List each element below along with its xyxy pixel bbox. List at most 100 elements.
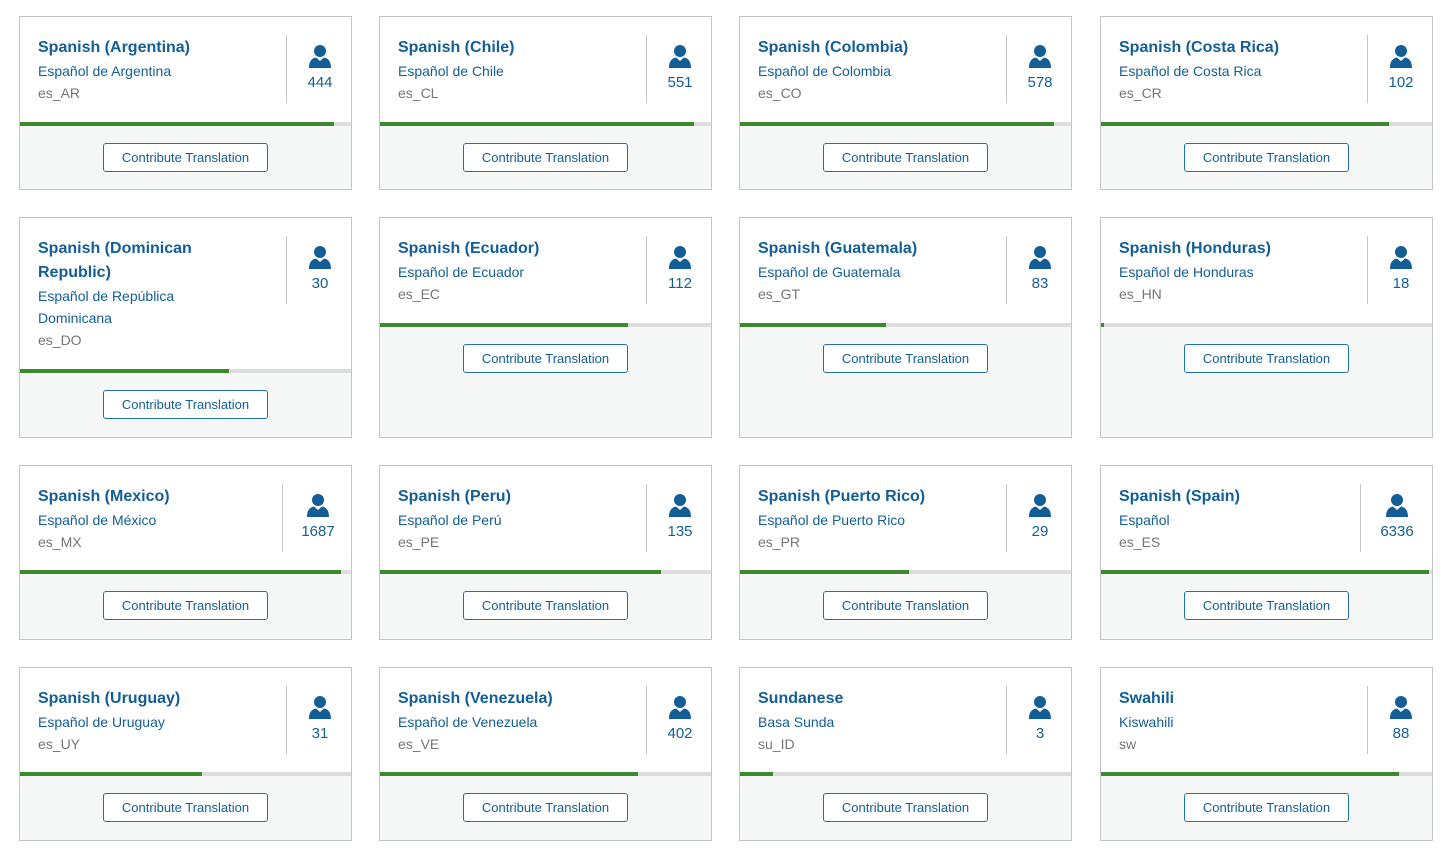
locale-name[interactable]: Sundanese bbox=[758, 687, 1004, 711]
person-icon bbox=[1029, 45, 1051, 68]
contribute-translation-button[interactable]: Contribute Translation bbox=[103, 591, 268, 620]
contribute-translation-button[interactable]: Contribute Translation bbox=[463, 793, 628, 822]
contribute-translation-button[interactable]: Contribute Translation bbox=[463, 344, 628, 373]
translation-progress-bar bbox=[380, 323, 711, 327]
locale-card-header: Spanish (Costa Rica) Español de Costa Ric… bbox=[1101, 17, 1432, 123]
contributors-stat[interactable]: 444 bbox=[290, 44, 350, 92]
locale-info: Swahili Kiswahili sw bbox=[1119, 687, 1365, 755]
contributors-stat[interactable]: 578 bbox=[1010, 44, 1070, 92]
translation-progress-fill bbox=[380, 323, 629, 327]
contributors-stat[interactable]: 402 bbox=[650, 695, 710, 743]
locale-info: Spanish (Guatemala) Español de Guatemala e… bbox=[758, 237, 1004, 305]
locale-name[interactable]: Spanish (Dominican Republic) bbox=[38, 237, 238, 285]
locale-native-name[interactable]: Español de México bbox=[38, 509, 284, 531]
locale-code: es_GT bbox=[758, 286, 801, 302]
locale-native-name[interactable]: Español de Perú bbox=[398, 509, 644, 531]
locale-name[interactable]: Spanish (Costa Rica) bbox=[1119, 36, 1365, 60]
locale-name[interactable]: Spanish (Uruguay) bbox=[38, 687, 284, 711]
locale-native-name[interactable]: Kiswahili bbox=[1119, 711, 1365, 733]
contribute-translation-button[interactable]: Contribute Translation bbox=[103, 793, 268, 822]
locale-name[interactable]: Spanish (Venezuela) bbox=[398, 687, 644, 711]
contributors-stat[interactable]: 6336 bbox=[1367, 493, 1427, 541]
contributors-stat[interactable]: 18 bbox=[1371, 245, 1431, 293]
translation-progress-bar bbox=[740, 772, 1071, 776]
locale-card: Spanish (Spain) Español es_ES 6336 Contribut… bbox=[1100, 465, 1433, 640]
contribute-translation-button[interactable]: Contribute Translation bbox=[823, 344, 988, 373]
locale-name[interactable]: Spanish (Peru) bbox=[398, 485, 644, 509]
locale-code: es_ES bbox=[1119, 534, 1161, 550]
person-icon bbox=[1029, 246, 1051, 269]
translation-progress-bar bbox=[740, 323, 1071, 327]
locale-name[interactable]: Spanish (Spain) bbox=[1119, 485, 1365, 509]
contribute-translation-button[interactable]: Contribute Translation bbox=[103, 143, 268, 172]
locale-native-name[interactable]: Español de Uruguay bbox=[38, 711, 284, 733]
contributors-stat[interactable]: 83 bbox=[1010, 245, 1070, 293]
translation-progress-fill bbox=[740, 323, 886, 327]
locale-native-name[interactable]: Español de Puerto Rico bbox=[758, 509, 1004, 531]
contributors-stat[interactable]: 31 bbox=[290, 695, 350, 743]
card-divider bbox=[282, 484, 283, 552]
locale-name[interactable]: Swahili bbox=[1119, 687, 1365, 711]
contributors-stat[interactable]: 112 bbox=[650, 245, 710, 293]
contributors-stat[interactable]: 29 bbox=[1010, 493, 1070, 541]
contribute-translation-button[interactable]: Contribute Translation bbox=[1184, 344, 1349, 373]
locale-native-name[interactable]: Español de Colombia bbox=[758, 60, 1004, 82]
locale-info: Spanish (Costa Rica) Español de Costa Ric… bbox=[1119, 36, 1365, 104]
locale-code: su_ID bbox=[758, 736, 795, 752]
contribute-translation-button[interactable]: Contribute Translation bbox=[1184, 143, 1349, 172]
locale-name[interactable]: Spanish (Ecuador) bbox=[398, 237, 644, 261]
locale-native-name[interactable]: Español de República Dominicana bbox=[38, 285, 238, 329]
locale-name[interactable]: Spanish (Honduras) bbox=[1119, 237, 1365, 261]
contribute-translation-button[interactable]: Contribute Translation bbox=[103, 390, 268, 419]
contribute-translation-button[interactable]: Contribute Translation bbox=[463, 143, 628, 172]
locale-name[interactable]: Spanish (Guatemala) bbox=[758, 237, 1004, 261]
locale-native-name[interactable]: Español de Ecuador bbox=[398, 261, 644, 283]
contributors-stat[interactable]: 102 bbox=[1371, 44, 1431, 92]
locale-code: es_CL bbox=[398, 85, 439, 101]
locale-card-header: Sundanese Basa Sunda su_ID 3 bbox=[740, 668, 1071, 773]
locale-card: Spanish (Puerto Rico) Español de Puerto R… bbox=[739, 465, 1072, 640]
locale-name[interactable]: Spanish (Mexico) bbox=[38, 485, 284, 509]
locale-native-name[interactable]: Español de Guatemala bbox=[758, 261, 1004, 283]
locale-native-name[interactable]: Español de Costa Rica bbox=[1119, 60, 1365, 82]
contribute-translation-button[interactable]: Contribute Translation bbox=[1184, 793, 1349, 822]
locale-native-name[interactable]: Español de Chile bbox=[398, 60, 644, 82]
locale-native-name[interactable]: Español de Argentina bbox=[38, 60, 284, 82]
locale-name[interactable]: Spanish (Argentina) bbox=[38, 36, 284, 60]
contribute-translation-button[interactable]: Contribute Translation bbox=[463, 591, 628, 620]
contributors-stat[interactable]: 135 bbox=[650, 493, 710, 541]
contributors-stat[interactable]: 551 bbox=[650, 44, 710, 92]
translation-progress-fill bbox=[380, 772, 639, 776]
locale-card-header: Spanish (Chile) Español de Chile es_CL 551 bbox=[380, 17, 711, 123]
translation-progress-bar bbox=[740, 122, 1071, 126]
locale-native-name[interactable]: Basa Sunda bbox=[758, 711, 1004, 733]
locale-name[interactable]: Spanish (Puerto Rico) bbox=[758, 485, 1004, 509]
locale-card-header: Spanish (Puerto Rico) Español de Puerto R… bbox=[740, 466, 1071, 571]
translation-progress-bar bbox=[1101, 122, 1432, 126]
locale-info: Spanish (Ecuador) Español de Ecuador es_EC bbox=[398, 237, 644, 305]
translation-progress-bar bbox=[20, 570, 351, 574]
locale-info: Spanish (Chile) Español de Chile es_CL bbox=[398, 36, 644, 104]
contributors-stat[interactable]: 88 bbox=[1371, 695, 1431, 743]
locale-native-name[interactable]: Español de Honduras bbox=[1119, 261, 1365, 283]
contributor-count: 88 bbox=[1392, 725, 1410, 742]
contributors-stat[interactable]: 1687 bbox=[288, 493, 348, 541]
locale-native-name[interactable]: Español bbox=[1119, 509, 1365, 531]
locale-card-header: Spanish (Spain) Español es_ES 6336 bbox=[1101, 466, 1432, 571]
locale-native-name[interactable]: Español de Venezuela bbox=[398, 711, 644, 733]
locale-info: Spanish (Puerto Rico) Español de Puerto R… bbox=[758, 485, 1004, 553]
locale-code: es_UY bbox=[38, 736, 81, 752]
contribute-translation-button[interactable]: Contribute Translation bbox=[823, 591, 988, 620]
contributors-stat[interactable]: 30 bbox=[290, 245, 350, 293]
contribute-translation-button[interactable]: Contribute Translation bbox=[1184, 591, 1349, 620]
card-divider bbox=[646, 686, 647, 754]
contribute-translation-button[interactable]: Contribute Translation bbox=[823, 143, 988, 172]
contributors-stat[interactable]: 3 bbox=[1010, 695, 1070, 743]
locale-name[interactable]: Spanish (Chile) bbox=[398, 36, 644, 60]
locale-name[interactable]: Spanish (Colombia) bbox=[758, 36, 1004, 60]
person-icon bbox=[1029, 696, 1051, 719]
locale-card: Sundanese Basa Sunda su_ID 3 Contribute Tran… bbox=[739, 667, 1072, 841]
contribute-translation-button[interactable]: Contribute Translation bbox=[823, 793, 988, 822]
contributor-count: 18 bbox=[1392, 275, 1410, 292]
translation-progress-fill bbox=[740, 122, 1055, 126]
